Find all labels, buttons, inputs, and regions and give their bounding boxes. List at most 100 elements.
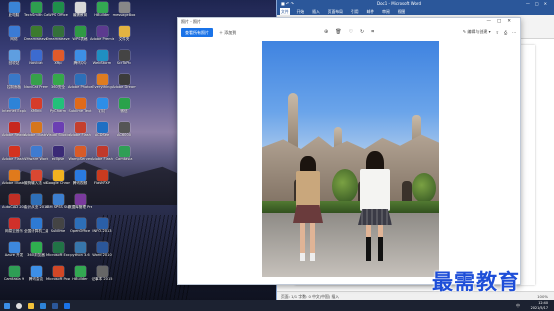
desktop-icon[interactable]: 网易云音乐 [2, 218, 26, 238]
desktop-icon[interactable]: python 3.6 [68, 242, 92, 262]
view-all-photos-button[interactable]: 查看所有照片 [181, 28, 213, 37]
desktop-icon[interactable]: 腾讯视频 [68, 170, 92, 190]
desktop-icon[interactable]: WPS表格 [68, 26, 92, 46]
start-icon[interactable] [4, 302, 10, 309]
desktop-icon[interactable]: WebStorm [90, 50, 114, 70]
photos-window-controls[interactable]: —□✕ [486, 18, 517, 26]
desktop-icon[interactable]: NaviCat Premium [24, 74, 48, 94]
desktop-icon[interactable]: Google Chrome [46, 170, 70, 190]
tab-layout[interactable]: 页面布局 [327, 8, 344, 15]
tab-home[interactable]: 开始 [296, 8, 306, 15]
desktop-icon[interactable]: Navicat [24, 50, 48, 70]
desktop-icon[interactable]: 搜狗输入法 v8.2.2 [24, 170, 48, 190]
word-quick-access-icon[interactable]: ■ ↶ ↷ [281, 1, 294, 6]
desktop-icon[interactable]: HBuilder [90, 2, 114, 22]
tab-insert[interactable]: 插入 [311, 8, 321, 15]
desktop-icon[interactable]: Camtasia [112, 146, 136, 166]
favorite-icon[interactable]: ♡ [349, 29, 353, 35]
desktop-icon[interactable]: Sublime Text [68, 98, 92, 118]
desktop-icon[interactable]: Xftp [46, 50, 70, 70]
desktop-icon[interactable]: WampServer [68, 146, 92, 166]
desktop-icon[interactable]: IBM SPSS Statistics 20 [46, 194, 70, 214]
desktop-icon[interactable]: Adobe Illustrator [24, 122, 48, 142]
desktop-icon[interactable]: ScrToPic [112, 50, 136, 70]
tab-view[interactable]: 视图 [397, 8, 407, 15]
desktop-icon[interactable]: 腾讯会议 [24, 266, 48, 286]
browser-icon[interactable] [40, 302, 46, 309]
delete-icon[interactable]: 🗑 [335, 29, 341, 35]
print-icon[interactable]: ⎙ [504, 30, 507, 35]
desktop-icon[interactable]: Camtasia 9 [2, 266, 26, 286]
desktop-icon[interactable]: 360浏览器 [24, 242, 48, 262]
add-to-button[interactable]: ＋ 添加到 [219, 30, 236, 36]
word-titlebar[interactable]: ■ ↶ ↷ Doc1 - Microsoft Word —□✕ [277, 0, 554, 8]
desktop-icon[interactable]: Adobe Premiere [90, 26, 114, 46]
file-explorer-icon[interactable] [28, 302, 34, 309]
desktop-icon[interactable]: HBuilder [68, 266, 92, 286]
photos-titlebar[interactable]: 照片 - 照片 —□✕ [178, 18, 520, 26]
desktop-icon[interactable]: Adobe Dreamweaver [112, 74, 136, 94]
zoom-icon[interactable]: ⊕ [324, 29, 328, 35]
taskbar-clock[interactable]: 12:40 2021/5/17 [531, 301, 548, 310]
desktop-icon[interactable]: ACDSee [90, 122, 114, 142]
desktop-icon[interactable]: Sublime [46, 218, 70, 238]
desktop-icon[interactable]: AC6000 [112, 122, 136, 142]
desktop-icon[interactable]: Microsoft Excel 2016 [46, 242, 70, 262]
desktop-icon[interactable]: Visual Studio [46, 122, 70, 142]
search-icon[interactable] [16, 302, 22, 309]
tab-review[interactable]: 审阅 [381, 8, 391, 15]
desktop-icon[interactable]: Internet Explorer [2, 98, 26, 118]
desktop-icon[interactable]: Adobe Flash Professional [2, 146, 26, 166]
desktop-icon[interactable]: Adobe Photoshop [68, 74, 92, 94]
desktop-icon[interactable]: Microsoft PowerPoint [46, 266, 70, 286]
desktop-icon[interactable]: 会计从业 2010 [24, 194, 48, 214]
desktop-icon[interactable]: VMware Workstation [24, 146, 48, 166]
crop-icon[interactable]: ⌗ [371, 29, 374, 35]
desktop-icon[interactable]: OpenOffice [68, 218, 92, 238]
desktop-icon[interactable]: Dreamweaver [46, 26, 70, 46]
desktop-icon[interactable]: INFO-2013 [90, 218, 114, 238]
desktop-icon[interactable]: 文件夹 [112, 26, 136, 46]
desktop-icon[interactable]: Adobe Flash [68, 122, 92, 142]
desktop-icon[interactable]: 此电脑 [2, 2, 26, 22]
desktop-icon[interactable]: WPS Office [46, 2, 70, 22]
rotate-icon[interactable]: ↻ [360, 29, 364, 35]
tab-mailings[interactable]: 邮件 [366, 8, 376, 15]
desktop-icon[interactable]: AutoCAD 2008 [2, 194, 26, 214]
desktop-icon[interactable]: 网络 [2, 26, 26, 46]
desktop-icon[interactable]: 回收站 [2, 50, 26, 70]
desktop-icon[interactable]: Everything [90, 74, 114, 94]
desktop-icon[interactable]: eclipse [46, 146, 70, 166]
desktop-icon[interactable]: TechSmith Camtasia [24, 2, 48, 22]
desktop-icon[interactable]: 控制面板 [2, 74, 26, 94]
desktop-icon[interactable]: 腾讯QQ [68, 50, 92, 70]
tab-file[interactable]: 文件 [280, 8, 290, 15]
desktop-icon[interactable]: Dreamweaver [24, 26, 48, 46]
desktop-icon[interactable]: 微信 [112, 98, 136, 118]
photos-taskbar-icon[interactable] [64, 302, 70, 309]
word-taskbar-icon[interactable] [52, 302, 58, 309]
edit-create-button[interactable]: ✎ 编辑与创建 ▾ [463, 29, 491, 35]
desktop-icon[interactable]: Azure 开发 [2, 242, 26, 262]
desktop-icon[interactable]: PyCharm [46, 98, 70, 118]
desktop-icon[interactable]: 数据库管理 Premier [68, 194, 92, 214]
desktop-icon[interactable]: Word 2010 [90, 242, 114, 262]
photos-window[interactable]: 照片 - 照片 —□✕ 查看所有照片 ＋ 添加到 ⊕ 🗑 ♡ ↻ ⌗ ✎ 编辑与… [177, 17, 521, 285]
desktop-icon[interactable]: 记事本 2015 [90, 266, 114, 286]
desktop-icon[interactable]: 钉钉 [90, 98, 114, 118]
desktop-icon[interactable]: Adobe Flash [90, 146, 114, 166]
more-icon[interactable]: ··· [512, 30, 516, 35]
desktop-icon[interactable]: XMind [24, 98, 48, 118]
word-window-controls[interactable]: —□✕ [526, 0, 552, 8]
desktop-icon[interactable]: Adobe Illustrator [2, 170, 26, 190]
desktop-icon[interactable]: 全国计算机二级 [24, 218, 48, 238]
desktop-icon[interactable]: 最需教育 [68, 2, 92, 22]
desktop-icon[interactable]: messageBox [112, 2, 136, 22]
share-icon[interactable]: ⇪ [496, 30, 499, 35]
tab-references[interactable]: 引用 [350, 8, 360, 15]
desktop-icon[interactable]: Adobe Reader DC [2, 122, 26, 142]
desktop-icon[interactable]: FlashFXP [90, 170, 114, 190]
displayed-photo[interactable] [262, 41, 439, 277]
input-language[interactable]: 中 [516, 303, 520, 309]
desktop-icon[interactable]: 360安全 [46, 74, 70, 94]
